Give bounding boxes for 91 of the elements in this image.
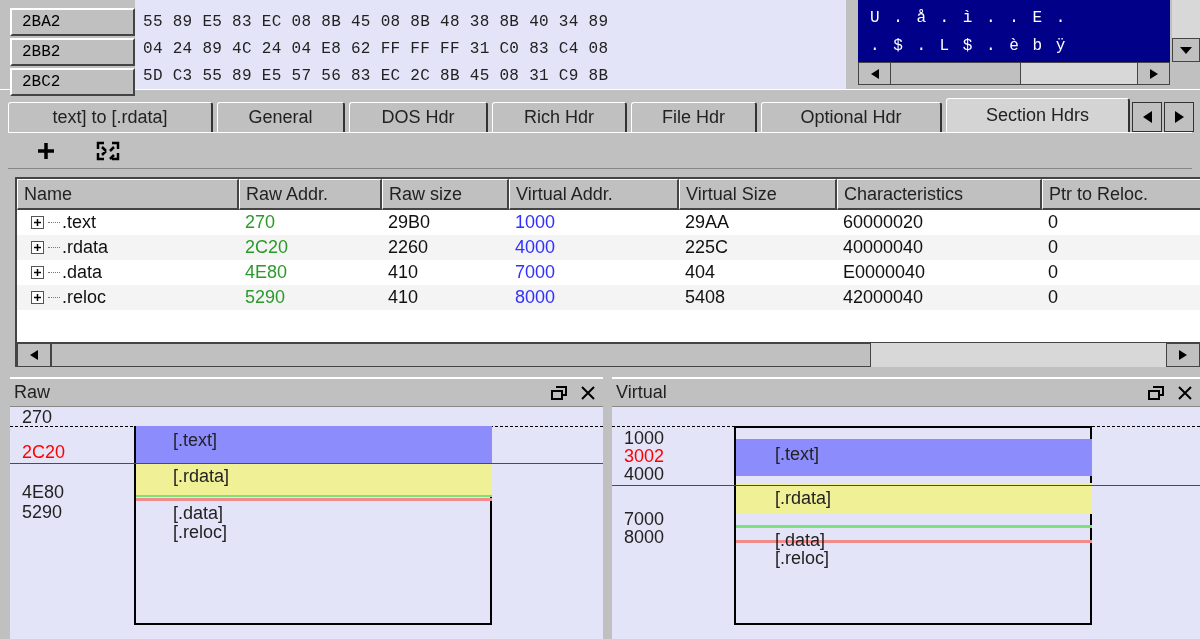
expand-icon[interactable] [31, 241, 44, 254]
fit-icon[interactable] [96, 140, 120, 161]
table-cell-text: 5408 [685, 286, 726, 309]
ascii-text: . $ . L $ . è b ÿ [870, 36, 1068, 57]
column-header[interactable]: Name [17, 179, 239, 210]
column-header[interactable]: Virtual Addr. [509, 179, 679, 210]
tab[interactable]: General [217, 102, 345, 132]
address-label: 4E80 [22, 483, 65, 501]
restore-icon[interactable] [551, 385, 567, 400]
table-cell-text: 2C20 [245, 236, 289, 259]
vertical-scrollbar[interactable] [1172, 0, 1200, 62]
row-offset: 2BB2 [22, 42, 61, 63]
ascii-text: U . å . ì . . E . [870, 8, 1068, 29]
horizontal-scrollbar[interactable] [17, 342, 1200, 367]
section-label: [.data] [173, 504, 224, 522]
table-cell-text: 0 [1048, 286, 1058, 309]
section-label: [.rdata] [775, 489, 832, 507]
table-cell-text: E0000040 [843, 261, 926, 284]
right-arrow-icon[interactable] [1179, 350, 1187, 360]
column-header[interactable]: Raw Addr. [239, 179, 382, 210]
table-cell-text: 40000040 [843, 236, 924, 259]
row-offset: 2BA2 [22, 12, 61, 33]
table-cell-text: 0 [1048, 236, 1058, 259]
address-label: 2C20 [22, 443, 66, 461]
table-cell-text: 410 [388, 261, 419, 284]
address-label: 1000 [624, 429, 665, 447]
right-arrow-icon[interactable] [1149, 68, 1158, 79]
hex-bytes: 55 89 E5 83 EC 08 8B 45 08 8B 48 38 8B 40 34 89 [143, 11, 609, 33]
panel-title: Virtual [616, 381, 668, 404]
address-label: 5290 [22, 503, 63, 521]
table-cell-text: 0 [1048, 211, 1058, 234]
down-arrow-icon[interactable] [1180, 46, 1192, 54]
left-arrow-icon [1142, 111, 1152, 123]
column-header[interactable]: Ptr to Reloc. [1042, 179, 1200, 210]
table-cell-text: 4000 [515, 236, 556, 259]
table-cell-text: 8000 [515, 286, 556, 309]
table-cell-text: 2260 [388, 236, 429, 259]
address-label: 7000 [624, 510, 665, 528]
section-label: [.reloc] [775, 549, 830, 567]
table-cell-text: .rdata [62, 236, 109, 259]
expand-icon[interactable] [31, 216, 44, 229]
left-arrow-icon[interactable] [870, 68, 879, 79]
table-cell-text: .text [62, 211, 96, 234]
table-cell-text: 60000020 [843, 211, 924, 234]
hex-bytes: 04 24 89 4C 24 04 E8 62 FF FF FF 31 C0 83 C4 08 [143, 38, 609, 60]
table-cell-text: .data [62, 261, 103, 284]
add-icon[interactable] [36, 140, 56, 161]
right-arrow-icon [1174, 111, 1184, 123]
table-cell-text: 29B0 [388, 211, 431, 234]
table-cell-text: 1000 [515, 211, 556, 234]
table-cell-text: 225C [685, 236, 729, 259]
row-offset: 2BC2 [22, 72, 61, 93]
address-label: 270 [22, 408, 53, 426]
expand-icon[interactable] [31, 266, 44, 279]
table-cell-text: 404 [685, 261, 716, 284]
column-header[interactable]: Virtual Size [679, 179, 837, 210]
tab[interactable]: Section Hdrs [946, 98, 1130, 132]
close-icon[interactable] [1178, 385, 1192, 400]
address-label: 8000 [624, 528, 665, 546]
tab[interactable]: text] to [.rdata] [8, 102, 213, 132]
tab[interactable]: Rich Hdr [492, 102, 627, 132]
table-cell-text: 270 [245, 211, 276, 234]
table-cell-text: 4E80 [245, 261, 288, 284]
table-cell-text: 5290 [245, 286, 286, 309]
table-cell-text: 410 [388, 286, 419, 309]
panel-title: Raw [14, 381, 51, 404]
table-cell-text: 0 [1048, 261, 1058, 284]
section-label: [.text] [173, 431, 217, 449]
expand-icon[interactable] [31, 291, 44, 304]
address-label: 3002 [624, 447, 665, 465]
section-label: [.text] [775, 445, 819, 463]
tab[interactable]: File Hdr [631, 102, 757, 132]
column-header[interactable]: Characteristics [837, 179, 1042, 210]
section-label: [.reloc] [173, 523, 228, 541]
table-cell-text: 29AA [685, 211, 730, 234]
section-label: [.data] [775, 531, 826, 549]
table-cell-text: 7000 [515, 261, 556, 284]
address-label: 4000 [624, 465, 665, 483]
table-cell-text: .reloc [62, 286, 106, 309]
hex-bytes: 5D C3 55 89 E5 57 56 83 EC 2C 8B 45 08 31 C9 8B [143, 65, 609, 87]
tab-scroll-left-button[interactable] [1132, 102, 1162, 132]
tab[interactable]: Optional Hdr [761, 102, 942, 132]
tab[interactable]: DOS Hdr [349, 102, 488, 132]
column-header[interactable]: Raw size [382, 179, 509, 210]
table-cell-text: 42000040 [843, 286, 924, 309]
restore-icon[interactable] [1148, 385, 1164, 400]
section-label: [.rdata] [173, 467, 230, 485]
close-icon[interactable] [581, 385, 595, 400]
left-arrow-icon[interactable] [30, 350, 38, 360]
tab-scroll-right-button[interactable] [1164, 102, 1194, 132]
horizontal-scrollbar[interactable] [858, 62, 1170, 85]
